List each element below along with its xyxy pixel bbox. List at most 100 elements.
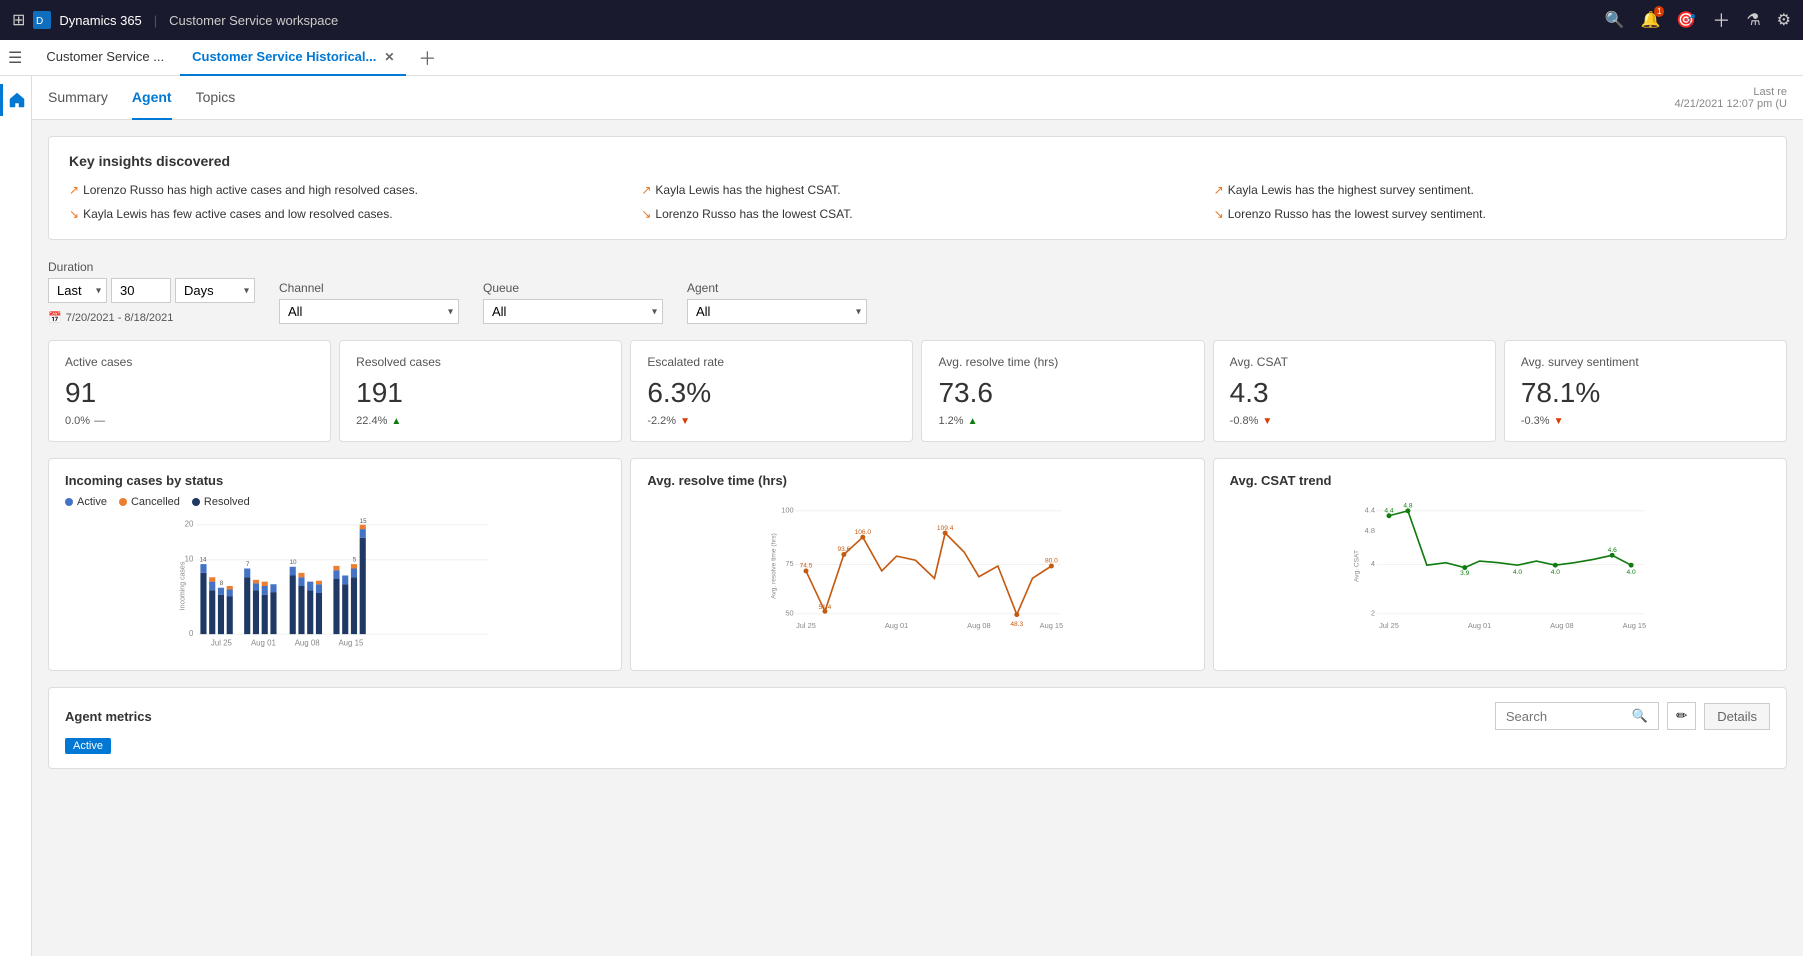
bar-active-16 — [360, 529, 366, 538]
line-chart-csat-area: 4.4 4.8 4 2 Avg. CSAT — [1230, 496, 1770, 636]
svg-text:93.6: 93.6 — [838, 546, 851, 553]
sidebar-home-icon[interactable] — [0, 84, 32, 116]
metric-change-3: 1.2% ▲ — [938, 415, 1187, 427]
legend-label-active: Active — [77, 496, 107, 508]
bar-active-9 — [290, 567, 296, 576]
csat-chart-svg: 4.4 4.8 4 2 Avg. CSAT — [1230, 496, 1770, 636]
bar-resolved-16 — [360, 538, 366, 634]
nav-agent[interactable]: Agent — [132, 76, 172, 120]
svg-text:3.9: 3.9 — [1460, 570, 1469, 577]
svg-text:Aug 01: Aug 01 — [885, 621, 908, 630]
bar-resolved-15 — [351, 577, 357, 634]
target-icon[interactable]: 🎯 — [1676, 10, 1696, 30]
svg-text:4.0: 4.0 — [1550, 569, 1559, 576]
svg-text:20: 20 — [185, 520, 194, 529]
edit-icon-btn[interactable]: ✏ — [1667, 702, 1696, 730]
add-tab-icon[interactable]: ＋ — [410, 45, 444, 71]
hamburger-icon[interactable]: ☰ — [8, 48, 22, 68]
workspace-label: Customer Service workspace — [169, 13, 338, 28]
metric-active-cases: Active cases 91 0.0% — — [48, 340, 331, 442]
bar-cancelled-12 — [316, 581, 322, 585]
insight-arrow-up-2: ↗ — [641, 183, 651, 197]
svg-text:50: 50 — [786, 608, 794, 617]
duration-preset-wrapper: Last — [48, 278, 107, 303]
insight-3: ↗ Kayla Lewis has the highest survey sen… — [1214, 181, 1766, 199]
tab-customer-service[interactable]: Customer Service ... — [34, 40, 176, 76]
duration-unit-select[interactable]: Days — [175, 278, 255, 303]
metric-title-0: Active cases — [65, 355, 314, 369]
metric-avg-sentiment: Avg. survey sentiment 78.1% -0.3% ▼ — [1504, 340, 1787, 442]
bar-active-13 — [333, 570, 339, 579]
agent-metrics-header: Agent metrics 🔍 ✏ Details — [65, 702, 1770, 730]
svg-text:Avg. CSAT: Avg. CSAT — [1353, 550, 1360, 582]
duration-preset-select[interactable]: Last — [48, 278, 107, 303]
legend-cancelled: Cancelled — [119, 496, 180, 508]
metric-avg-resolve: Avg. resolve time (hrs) 73.6 1.2% ▲ — [921, 340, 1204, 442]
metric-change-4: -0.8% ▼ — [1230, 415, 1479, 427]
svg-text:4.4: 4.4 — [1384, 507, 1393, 514]
metric-title-2: Escalated rate — [647, 355, 896, 369]
agent-select[interactable]: All — [687, 299, 867, 324]
arrow-down-icon-2: ▼ — [680, 416, 690, 427]
search-icon[interactable]: 🔍 — [1605, 10, 1625, 30]
bar-active-1 — [200, 564, 206, 573]
search-icon-btn[interactable]: 🔍 — [1632, 708, 1648, 724]
key-insights-panel: Key insights discovered ↗ Lorenzo Russo … — [48, 136, 1787, 240]
details-button[interactable]: Details — [1704, 703, 1770, 730]
queue-select[interactable]: All — [483, 299, 663, 324]
settings-icon[interactable]: ⚙ — [1777, 10, 1791, 30]
svg-text:Aug 01: Aug 01 — [1467, 621, 1490, 630]
svg-text:7: 7 — [246, 561, 250, 568]
agent-metrics-actions: 🔍 ✏ Details — [1495, 702, 1770, 730]
arrow-down-icon-5: ▼ — [1554, 416, 1564, 427]
svg-text:4.0: 4.0 — [1626, 569, 1635, 576]
bar-resolved-9 — [290, 576, 296, 635]
svg-text:4.6: 4.6 — [1607, 547, 1616, 554]
legend-label-cancelled: Cancelled — [131, 496, 180, 508]
channel-select[interactable]: All — [279, 299, 459, 324]
metric-change-2: -2.2% ▼ — [647, 415, 896, 427]
chart-csat-title: Avg. CSAT trend — [1230, 473, 1770, 488]
search-input[interactable] — [1506, 709, 1626, 724]
bar-cancelled-2 — [209, 577, 215, 581]
svg-text:Aug 08: Aug 08 — [295, 639, 321, 648]
metric-change-5: -0.3% ▼ — [1521, 415, 1770, 427]
duration-label: Duration — [48, 260, 255, 274]
nav-summary[interactable]: Summary — [48, 76, 108, 120]
bar-active-7 — [262, 586, 268, 595]
bar-resolved-13 — [333, 579, 339, 634]
filter-agent: Agent All — [687, 281, 867, 324]
svg-text:109.4: 109.4 — [937, 525, 954, 532]
svg-text:4.0: 4.0 — [1513, 569, 1522, 576]
svg-text:74.5: 74.5 — [800, 563, 813, 570]
app-brand: Dynamics 365 — [59, 13, 141, 28]
metric-title-4: Avg. CSAT — [1230, 355, 1479, 369]
svg-text:Aug 15: Aug 15 — [1040, 621, 1063, 630]
arrow-up-icon-3: ▲ — [968, 416, 978, 427]
insight-arrow-down-2: ↘ — [641, 207, 651, 221]
svg-text:Avg. resolve time (hrs): Avg. resolve time (hrs) — [771, 533, 778, 599]
bar-cancelled-4 — [227, 586, 233, 590]
metric-change-1: 22.4% ▲ — [356, 415, 605, 427]
svg-text:51.4: 51.4 — [819, 604, 832, 611]
metric-title-3: Avg. resolve time (hrs) — [938, 355, 1187, 369]
close-icon[interactable]: ✕ — [384, 50, 394, 64]
bar-resolved-6 — [253, 590, 259, 634]
svg-text:Aug 01: Aug 01 — [251, 639, 276, 648]
filter-icon[interactable]: ⚗ — [1746, 10, 1760, 30]
svg-text:10: 10 — [290, 559, 297, 566]
svg-text:D: D — [36, 16, 43, 27]
plus-icon[interactable]: ＋ — [1712, 7, 1730, 33]
search-box: 🔍 — [1495, 702, 1659, 730]
duration-value-input[interactable] — [111, 278, 171, 303]
tab-bar: ☰ Customer Service ... Customer Service … — [0, 40, 1803, 76]
bell-icon[interactable]: 🔔1 — [1640, 10, 1660, 30]
nav-topics[interactable]: Topics — [196, 76, 236, 120]
tab-historical[interactable]: Customer Service Historical... ✕ — [180, 40, 406, 76]
insight-text-6: Lorenzo Russo has the lowest survey sent… — [1228, 207, 1486, 221]
metric-escalated-rate: Escalated rate 6.3% -2.2% ▼ — [630, 340, 913, 442]
insight-text-4: Kayla Lewis has few active cases and low… — [83, 207, 393, 221]
grid-icon[interactable]: ⊞ — [12, 10, 25, 30]
insight-1: ↗ Lorenzo Russo has high active cases an… — [69, 181, 621, 199]
insight-arrow-down-3: ↘ — [1214, 207, 1224, 221]
